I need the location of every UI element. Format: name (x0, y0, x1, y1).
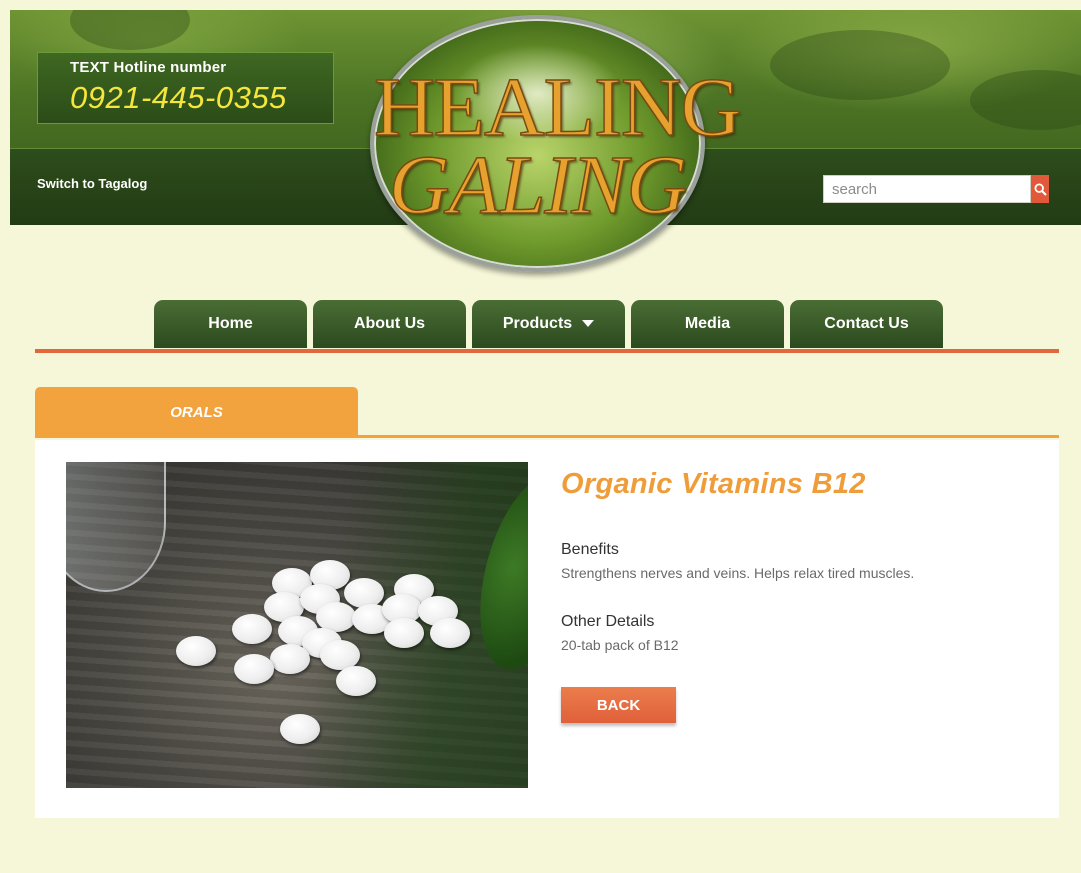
hotline-number: 0921-445-0355 (70, 80, 287, 115)
other-details-text: 20-tab pack of B12 (561, 637, 679, 653)
nav-item-label: About Us (353, 315, 426, 332)
search-input[interactable] (823, 175, 1031, 203)
search-icon (1033, 182, 1047, 196)
pill-graphic (344, 578, 384, 608)
foliage-decoration (970, 70, 1081, 130)
main-nav: Home About Us Products Media Contact Us (154, 300, 943, 348)
category-tab-label: ORALS (170, 403, 223, 421)
hotline-label: TEXT Hotline number (70, 59, 227, 76)
search-form (823, 175, 1049, 203)
foliage-decoration (770, 30, 950, 100)
nav-divider (35, 349, 1059, 353)
benefits-text: Strengthens nerves and veins. Helps rela… (561, 565, 915, 581)
logo-text-galing: GALING (388, 138, 688, 233)
pill-graphic (336, 666, 376, 696)
nav-item-label: Products (502, 315, 573, 332)
caret-down-icon (582, 320, 595, 327)
nav-item-products[interactable]: Products (472, 300, 625, 348)
nav-item-label: Home (208, 315, 253, 332)
pill-graphic (384, 618, 424, 648)
leaf-graphic (461, 463, 528, 681)
product-title: Organic Vitamins B12 (561, 468, 866, 500)
product-info: Organic Vitamins B12 Benefits Strengthen… (561, 468, 1041, 723)
pill-graphic (270, 644, 310, 674)
nav-item-home[interactable]: Home (154, 300, 307, 348)
product-image (66, 462, 528, 788)
nav-item-contact-us[interactable]: Contact Us (790, 300, 943, 348)
foliage-decoration (70, 10, 190, 50)
nav-item-label: Media (684, 315, 731, 332)
site-logo[interactable]: HEALING GALING (370, 15, 742, 272)
benefits-label: Benefits (561, 541, 619, 558)
other-details-label: Other Details (561, 613, 655, 630)
product-panel: Organic Vitamins B12 Benefits Strengthen… (35, 440, 1059, 818)
back-button[interactable]: BACK (561, 687, 676, 723)
pill-graphic (232, 614, 272, 644)
hotline-box: TEXT Hotline number 0921-445-0355 (37, 52, 334, 124)
search-button[interactable] (1031, 175, 1049, 203)
pill-graphic (234, 654, 274, 684)
nav-item-label: Contact Us (824, 315, 909, 332)
category-tab-orals[interactable]: ORALS (35, 387, 358, 437)
switch-language-link[interactable]: Switch to Tagalog (37, 176, 147, 191)
water-glass-graphic (66, 462, 166, 592)
pill-graphic (280, 714, 320, 744)
category-divider (35, 435, 1059, 438)
pill-graphic (176, 636, 216, 666)
pill-graphic (430, 618, 470, 648)
nav-item-media[interactable]: Media (631, 300, 784, 348)
nav-item-about-us[interactable]: About Us (313, 300, 466, 348)
